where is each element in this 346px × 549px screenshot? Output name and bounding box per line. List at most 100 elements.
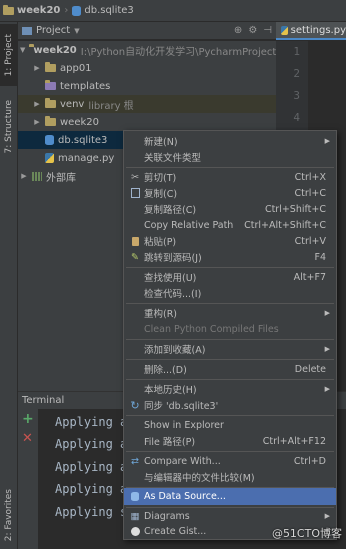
submenu-arrow-icon: ▶ [324,512,330,520]
menu-item-shortcut: Ctrl+V [294,235,326,247]
menu-item-add-to-favorites[interactable]: 添加到收藏(A) ▶ [124,341,336,357]
menu-item-shortcut: Ctrl+C [294,187,327,199]
menu-item-clean-python-compiled[interactable]: Clean Python Compiled Files [124,321,336,337]
compare-icon: ⇄ [131,455,139,467]
menu-separator [126,451,334,452]
menu-item-label: 跳转到源码(J) [144,253,202,264]
submenu-arrow-icon: ▶ [324,309,330,317]
tree-item-label: templates [60,80,111,92]
menu-item-delete[interactable]: 删除...(D) Delete [124,361,336,377]
tree-item-templates[interactable]: templates [18,77,276,95]
diagram-icon: ▦ [130,510,140,522]
close-icon[interactable]: ✕ [22,431,33,446]
editor-tab-settings[interactable]: settings.py [276,22,346,40]
menu-item-as-data-source[interactable]: As Data Source... [124,488,336,505]
folder-icon [45,116,56,126]
menu-item-file-path[interactable]: File 路径(P) Ctrl+Alt+F12 [124,433,336,449]
sync-icon: ↻ [130,398,140,412]
menu-item-diagrams[interactable]: ▦ Diagrams ▶ [124,508,336,524]
settings-icon[interactable]: ⊕ [234,25,242,36]
menu-separator [126,379,334,380]
terminal-line: Applying a [55,482,128,496]
collapsed-arrow-icon[interactable]: ▶ [33,118,41,126]
database-icon [45,135,54,145]
menu-item-label: Clean Python Compiled Files [144,323,279,335]
menu-item-compare-with-editor[interactable]: 与编辑器中的文件比较(M) [124,469,336,485]
tree-root[interactable]: ▼ week20 I:\Python自动化开发学习\PycharmProject… [18,41,276,59]
breadcrumb-project-label: week20 [17,5,61,16]
folder-icon [45,62,56,72]
copy-icon [128,188,142,198]
menu-item-jump-to-source[interactable]: ✎ 跳转到源码(J) F4 [124,249,336,265]
tab-structure[interactable]: 7: Structure [0,92,17,162]
menu-item-paste[interactable]: 粘贴(P) Ctrl+V [124,233,336,249]
menu-item-shortcut: Delete [294,363,326,375]
menu-item-compare-with[interactable]: ⇄ Compare With... Ctrl+D [124,453,336,469]
breadcrumb-file-label: db.sqlite3 [84,5,134,16]
add-icon[interactable]: + [22,411,34,427]
tree-item-hint: library 根 [88,100,134,112]
menu-item-label: Compare With... [144,455,221,467]
menu-item-copy[interactable]: 复制(C) Ctrl+C [124,185,336,201]
menu-item-refactor[interactable]: 重构(R) ▶ [124,305,336,321]
menu-item-local-history[interactable]: 本地历史(H) ▶ [124,381,336,397]
menu-item-find-usages[interactable]: 查找使用(U) Alt+F7 [124,269,336,285]
database-icon [72,5,82,16]
tree-item-week20[interactable]: ▶ week20 [18,113,276,131]
menu-item-label: 同步 'db.sqlite3' [144,401,219,412]
tree-root-path: I:\Python自动化开发学习\PycharmProjects\w [80,46,276,58]
hide-panel-icon[interactable]: ⊣ [263,25,272,36]
menu-item-copy-relative-path[interactable]: Copy Relative Path Ctrl+Alt+Shift+C [124,217,336,233]
menu-item-label: Copy Relative Path [144,219,234,231]
breadcrumb-file[interactable]: db.sqlite3 [72,5,134,16]
collapsed-arrow-icon[interactable]: ▶ [20,172,28,180]
menu-item-shortcut: Ctrl+D [293,455,326,467]
menu-item-shortcut: F4 [314,251,326,263]
terminal-title[interactable]: Terminal [22,395,64,406]
menu-item-shortcut: Ctrl+Shift+C [264,203,326,215]
menu-separator [126,359,334,360]
line-number: 1 [293,45,300,58]
context-menu: 新建(N) ▶ 关联文件类型 ✂ 剪切(T) Ctrl+X 复制(C) Ctrl+C 复… [123,130,337,540]
folder-icon [45,98,56,108]
menu-separator [126,303,334,304]
line-number: 2 [293,67,300,80]
templates-folder-icon [45,80,56,90]
tree-item-app01[interactable]: ▶ app01 [18,59,276,77]
options-icon[interactable]: ⚙ [248,25,257,36]
menu-item-label: Show in Explorer [144,419,224,431]
menu-item-label: 重构(R) [144,309,178,320]
tab-favorites[interactable]: 2: Favorites [0,482,17,548]
tree-item-label: 外部库 [46,172,76,184]
editor-tab-label: settings.py [290,24,346,36]
terminal-line: Applying s [55,505,128,519]
tree-item-label: manage.py [58,152,115,164]
menu-item-copy-path[interactable]: 复制路径(C) Ctrl+Shift+C [124,201,336,217]
menu-item-associate-file-type[interactable]: 关联文件类型 [124,149,336,165]
menu-item-cut[interactable]: ✂ 剪切(T) Ctrl+X [124,169,336,185]
submenu-arrow-icon: ▶ [324,345,330,353]
project-panel-header: Project ▼ ⊕ ⚙ ⊣ [18,22,276,40]
menu-separator [126,339,334,340]
tree-item-venv[interactable]: ▶ venv library 根 [18,95,276,113]
collapsed-arrow-icon[interactable]: ▶ [33,100,41,108]
menu-separator [126,415,334,416]
breadcrumb-project[interactable]: week20 [3,4,61,16]
library-icon [32,171,42,181]
menu-item-label: 与编辑器中的文件比较(M) [144,473,255,484]
menu-item-new[interactable]: 新建(N) ▶ [124,133,336,149]
menu-item-shortcut: Ctrl+Alt+Shift+C [244,219,326,231]
project-panel-title[interactable]: Project [36,25,70,36]
menu-item-show-in-explorer[interactable]: Show in Explorer [124,417,336,433]
collapsed-arrow-icon[interactable]: ▶ [33,64,41,72]
menu-item-label: 关联文件类型 [144,153,202,164]
expanded-arrow-icon[interactable]: ▼ [20,46,25,54]
clipboard-icon [128,236,142,246]
menu-item-synchronize[interactable]: ↻ 同步 'db.sqlite3' [124,397,336,413]
dropdown-icon[interactable]: ▼ [74,27,79,35]
menu-item-label: 查找使用(U) [144,273,197,284]
tab-project[interactable]: 1: Project [0,24,17,86]
tab-structure-label: 7: Structure [3,100,14,154]
menu-item-label: 剪切(T) [144,173,177,184]
menu-item-inspect-code[interactable]: 检查代码...(I) [124,285,336,301]
